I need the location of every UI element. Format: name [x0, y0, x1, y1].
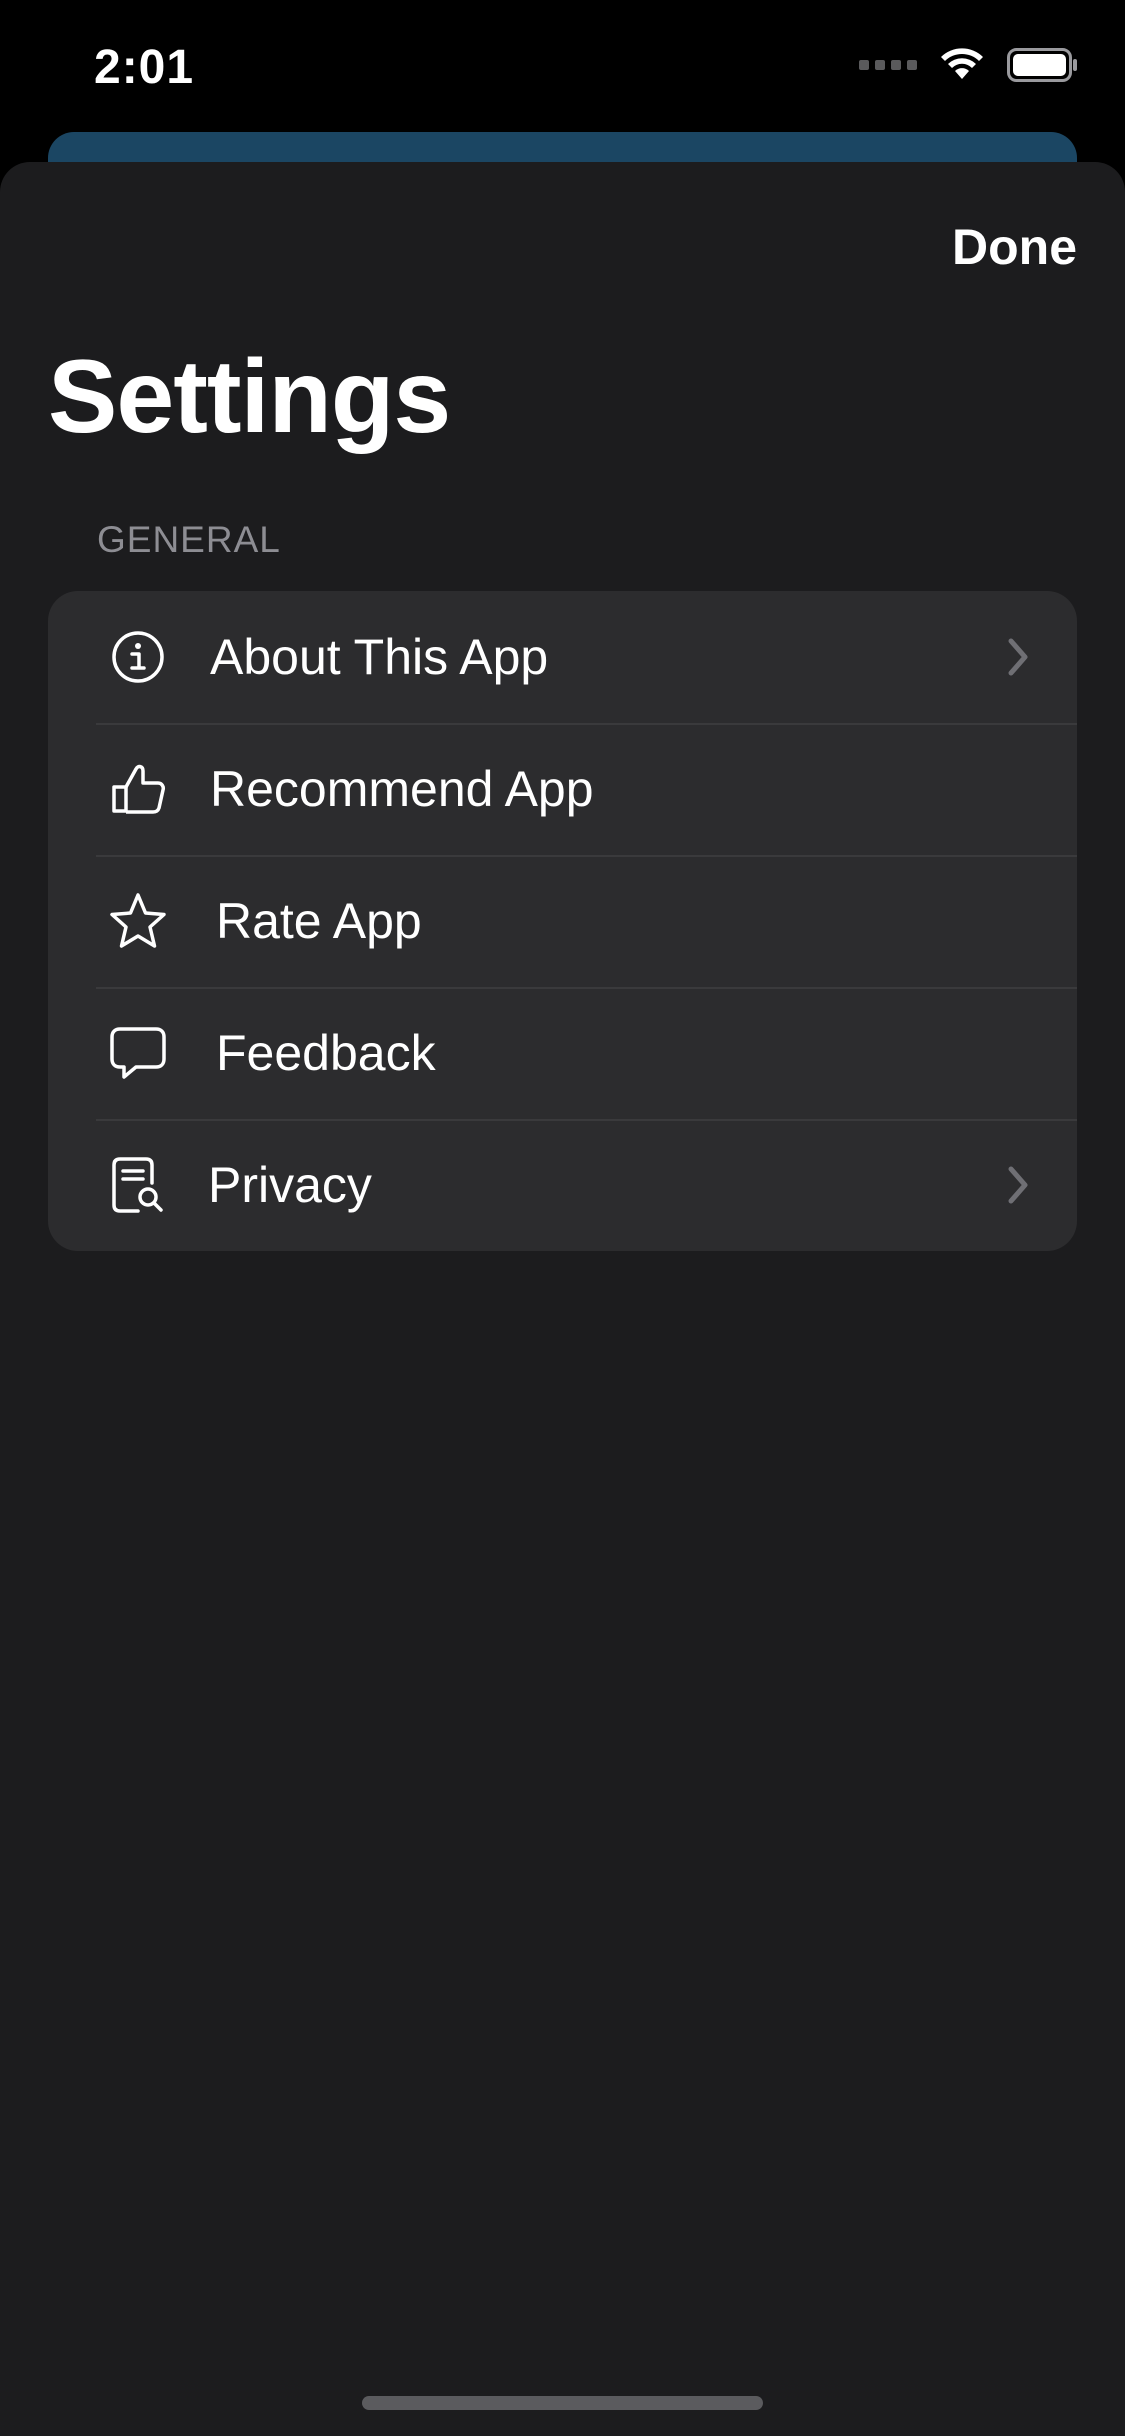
settings-list: About This App Recommend App Rate App Fe… [48, 591, 1077, 1251]
list-item-label: Privacy [208, 1157, 372, 1213]
list-item-label: About This App [210, 629, 549, 685]
info-circle-icon [108, 627, 168, 687]
list-item-privacy[interactable]: Privacy [48, 1119, 1077, 1251]
chevron-right-icon [1008, 1166, 1028, 1204]
star-icon [108, 891, 168, 951]
list-item-about-this-app[interactable]: About This App [48, 591, 1077, 723]
list-item-recommend-app[interactable]: Recommend App [48, 723, 1077, 855]
screen: 2:01 Done Settings GENERAL About This Ap… [0, 0, 1125, 2436]
list-item-feedback[interactable]: Feedback [48, 987, 1077, 1119]
list-item-label: Rate App [216, 893, 422, 949]
cellular-signal-icon [859, 60, 917, 70]
wifi-icon [941, 48, 983, 79]
battery-icon [1007, 48, 1077, 82]
chevron-right-icon [1008, 638, 1028, 676]
list-item-label: Recommend App [210, 761, 594, 817]
message-bubble-icon [108, 1023, 168, 1083]
thumbs-up-icon [108, 759, 168, 819]
list-item-label: Feedback [216, 1025, 436, 1081]
settings-sheet: Done Settings GENERAL About This App Rec… [0, 162, 1125, 2436]
list-item-rate-app[interactable]: Rate App [48, 855, 1077, 987]
status-icons [859, 48, 1079, 82]
document-search-icon [108, 1155, 168, 1215]
page-title: Settings [48, 339, 451, 455]
done-button[interactable]: Done [952, 218, 1077, 276]
status-time: 2:01 [94, 41, 195, 94]
home-indicator[interactable] [362, 2396, 763, 2410]
section-header-general: GENERAL [97, 519, 281, 560]
